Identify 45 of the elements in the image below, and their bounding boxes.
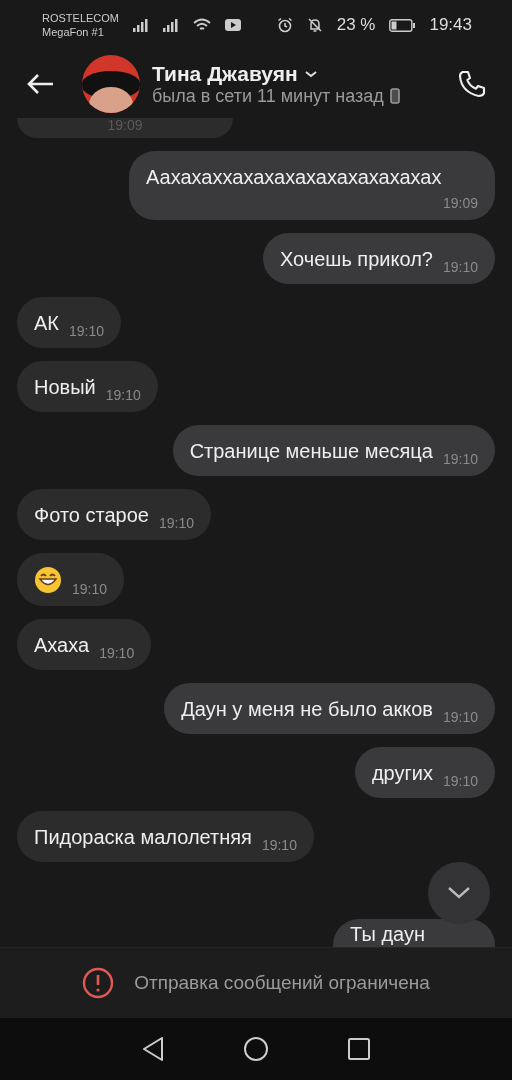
- wifi-icon: [193, 18, 211, 32]
- message-time: 19:10: [261, 836, 297, 854]
- warning-icon: [82, 967, 115, 999]
- message-time: 19:10: [442, 258, 478, 276]
- alarm-icon: [276, 17, 293, 33]
- carrier-name: MegaFon #1: [42, 25, 105, 39]
- avatar-drawing[interactable]: [82, 55, 140, 113]
- message-text: Фото старое: [34, 503, 149, 528]
- message-text: Хочешь прикол?: [280, 247, 433, 272]
- home-button[interactable]: [243, 1036, 269, 1062]
- message-time: 19:10: [72, 580, 108, 598]
- contact-name[interactable]: Тина Джавуян: [152, 61, 298, 86]
- battery-percent: 23 %: [336, 15, 376, 35]
- message-time: 19:10: [99, 644, 135, 662]
- message-time: 19:10: [442, 708, 478, 726]
- notice-text: Отправка сообщений ограничена: [134, 972, 430, 994]
- message-time: 19:10: [105, 386, 141, 404]
- recent-apps-button[interactable]: [347, 1037, 371, 1061]
- bell-off-icon: [306, 17, 323, 33]
- message-text: Странице меньше месяца: [189, 439, 433, 464]
- chevron-down-icon: [446, 885, 472, 901]
- message-time: 19:10: [442, 772, 478, 790]
- last-seen-status: была в сети 11 минут назад: [152, 85, 384, 107]
- message-text: Новый: [34, 375, 96, 400]
- phone-device-icon: [389, 88, 400, 104]
- message-time: 19:10: [158, 514, 194, 532]
- signal-icon: [163, 18, 179, 32]
- message-text: Пидораска малолетняя: [34, 825, 252, 850]
- clock-time: 19:43: [429, 15, 472, 35]
- message-text: других: [371, 761, 433, 786]
- message-text: Ахаха: [34, 633, 90, 658]
- message-text: Ты даун: [350, 923, 425, 945]
- message-time: 19:10: [69, 322, 105, 340]
- signal-icon: [133, 18, 149, 32]
- message-text: Аахахаххахахахахахахахахахах: [146, 165, 442, 190]
- battery-icon: [389, 18, 416, 32]
- message-time: 19:10: [442, 450, 478, 468]
- carrier-name: ROSTELECOM: [42, 11, 119, 25]
- message-time: 19:09: [442, 194, 478, 212]
- message-text: Даун у меня не было акков: [181, 697, 433, 722]
- nav-back-button[interactable]: [141, 1036, 165, 1062]
- smiling-face-icon: [34, 566, 62, 594]
- message-text: АК: [34, 311, 59, 336]
- play-icon: [225, 19, 241, 31]
- chevron-down-icon[interactable]: [303, 68, 318, 79]
